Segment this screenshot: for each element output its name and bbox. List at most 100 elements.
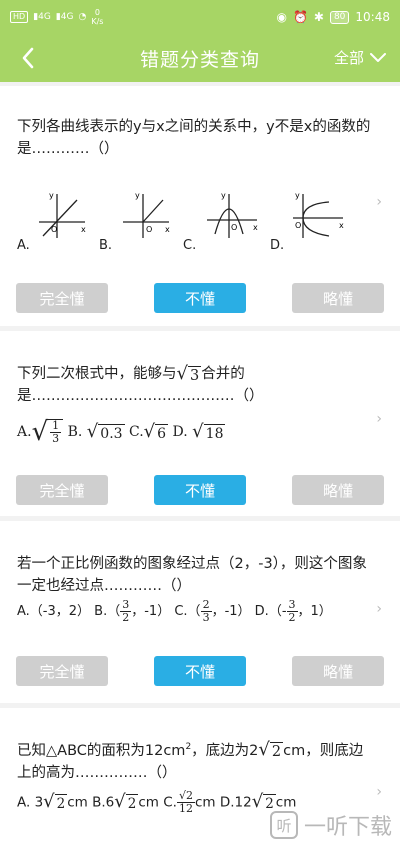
radical: √ 0.3: [86, 420, 125, 442]
question-text-part: 上的高为……………（）: [17, 764, 177, 781]
graph-a-origin: O: [51, 225, 57, 234]
radical: √ 1 3: [32, 417, 64, 447]
graph-a-y-label: y: [49, 191, 54, 200]
watermark-text: 一听下载: [303, 815, 392, 840]
question-text-part: 是……………………………………（）: [17, 388, 264, 404]
radicand: 2: [269, 742, 284, 761]
question-text-part: 合并的: [201, 366, 245, 382]
option-d-suffix: ，1）: [297, 604, 332, 619]
option-a-suffix: cm: [67, 794, 88, 811]
partly-understand-button[interactable]: 略懂: [292, 283, 384, 313]
back-button[interactable]: [12, 42, 44, 74]
radical: √ 2: [114, 791, 139, 812]
option-label: D.: [172, 424, 188, 440]
question-card[interactable]: 若一个正比例函数的图象经过点（2，-3），则这个图象一定也经过点…………（） A…: [0, 521, 400, 703]
question-card[interactable]: 下列各曲线表示的y与x之间的关系中，y不是x的函数的是…………（） y x O …: [0, 86, 400, 326]
radicand: 6: [155, 423, 169, 442]
option-b-suffix: cm: [138, 794, 159, 811]
graph-a: y x O: [39, 191, 86, 238]
fraction-denominator: 12: [178, 802, 193, 815]
fully-understand-button[interactable]: 完全懂: [16, 283, 108, 313]
status-bar: HD ▮4G ▮4G ◔ 0 K/s ◉ ⏰ ✱ 80 10:48: [0, 0, 400, 34]
radical: √ 2: [258, 739, 284, 761]
signal1-label: 4G: [38, 12, 51, 22]
feedback-buttons: 完全懂 不懂 略懂: [16, 283, 384, 313]
option-b-prefix: B.（: [94, 604, 121, 619]
function-graphs: y x O y x O y x O y x O A. B. C. D.: [17, 190, 357, 255]
answer-options: A. √ 1 3 B. √ 0.3 C. √ 6 D. √ 18: [17, 417, 226, 447]
feedback-buttons: 完全懂 不懂 略懂: [16, 475, 384, 505]
option-label: D.: [270, 238, 285, 253]
option-label: B.: [67, 424, 83, 440]
fully-understand-button[interactable]: 完全懂: [16, 475, 108, 505]
radicand: 2: [54, 794, 68, 812]
graph-a-x-label: x: [81, 225, 86, 234]
fraction-denominator: 2: [288, 611, 296, 624]
option-d-prefix: D.（-: [254, 604, 287, 619]
radical: √ 2: [43, 791, 68, 812]
watermark-logo: 听: [269, 811, 298, 839]
signal2-label: 4G: [60, 12, 74, 22]
option-label: B.: [99, 238, 113, 253]
dont-understand-button[interactable]: 不懂: [154, 475, 246, 505]
question-text: 下列二次根式中，能够与 √ 3 合并的 是……………………………………（）: [17, 363, 372, 407]
net-speed-unit: K/s: [91, 17, 104, 26]
question-text: 下列各曲线表示的y与x之间的关系中，y不是x的函数的是…………（）: [17, 119, 371, 157]
question-text-part: 已知△ABC的面积为12cm: [17, 742, 186, 759]
question-text: 若一个正比例函数的图象经过点（2，-3），则这个图象一定也经过点…………（）: [17, 556, 367, 594]
fully-understand-button[interactable]: 完全懂: [16, 656, 108, 686]
chevron-right-icon[interactable]: ›: [376, 411, 382, 427]
graph-b-x-label: x: [165, 225, 170, 234]
fraction-denominator: 2: [122, 611, 130, 624]
dont-understand-button[interactable]: 不懂: [154, 656, 246, 686]
radicand: 2: [185, 789, 193, 802]
partly-understand-button[interactable]: 略懂: [292, 656, 384, 686]
option-c-prefix: C.: [163, 794, 177, 811]
radicand: 0.3: [98, 423, 125, 442]
answer-options: A.（-3，2） B.（ 3 2 ，-1） C.（ 2 3 ，-1） D.（- 3 2 ，1）: [17, 599, 332, 624]
chevron-right-icon[interactable]: ›: [376, 194, 382, 210]
option-c-suffix: ，-1）: [211, 604, 251, 619]
partly-understand-button[interactable]: 略懂: [292, 475, 384, 505]
chevron-right-icon[interactable]: ›: [376, 601, 382, 617]
fraction: √2 12: [176, 789, 195, 815]
battery-indicator: 80: [329, 10, 350, 24]
chevron-right-icon[interactable]: ›: [376, 784, 382, 800]
graph-b-y-label: y: [135, 191, 140, 200]
graph-b-origin: O: [146, 225, 152, 234]
fraction-denominator: 3: [52, 432, 60, 445]
option-label: C.: [183, 238, 197, 253]
option-c-suffix: cm: [194, 794, 216, 811]
graph-c: y x O: [207, 191, 258, 238]
dont-understand-button[interactable]: 不懂: [154, 283, 246, 313]
chevron-left-icon: [22, 47, 34, 69]
net-speed: 0 K/s: [91, 8, 103, 26]
fraction: 32: [286, 599, 298, 624]
option-label: A.: [17, 238, 30, 253]
question-text: 已知△ABC的面积为12cm 2 ，底边为2 √ 2 cm，则底边 上的高为……………（）: [17, 736, 372, 784]
question-card[interactable]: 下列二次根式中，能够与 √ 3 合并的 是……………………………………（） A. √ 1 3…: [0, 331, 400, 516]
graph-c-x-label: x: [253, 223, 258, 232]
fraction: 23: [200, 599, 212, 624]
signal-icon: ▮4G: [55, 12, 74, 22]
filter-label: 全部: [333, 49, 364, 67]
radicand: 3: [187, 365, 202, 384]
graph-b: y x O: [123, 191, 170, 238]
app-bar: 错题分类查询 全部: [0, 34, 400, 82]
hd-badge: HD: [10, 11, 29, 23]
graph-d: y x O: [293, 191, 344, 238]
filter-dropdown[interactable]: 全部: [334, 47, 386, 68]
question-text-part: 下列二次根式中，能够与: [17, 366, 177, 382]
option-a: A.（-3，2）: [17, 604, 91, 619]
radicand: 18: [203, 423, 226, 442]
answer-options: A. 3 √ 2 cm B.6 √ 2 cm C. √2 12 cm D.12 √ 2 cm: [17, 790, 296, 815]
option-a-prefix: A. 3: [17, 794, 44, 811]
graph-c-origin: O: [231, 223, 237, 232]
radical: √ 6: [143, 420, 169, 442]
clock: 10:48: [355, 10, 390, 24]
fraction-denominator: 3: [202, 611, 210, 624]
chevron-down-icon: [370, 52, 386, 62]
question-text-part: ，底边为2: [191, 742, 259, 759]
option-c-prefix: C.（: [174, 604, 201, 619]
wifi-icon: ◔: [78, 12, 87, 22]
